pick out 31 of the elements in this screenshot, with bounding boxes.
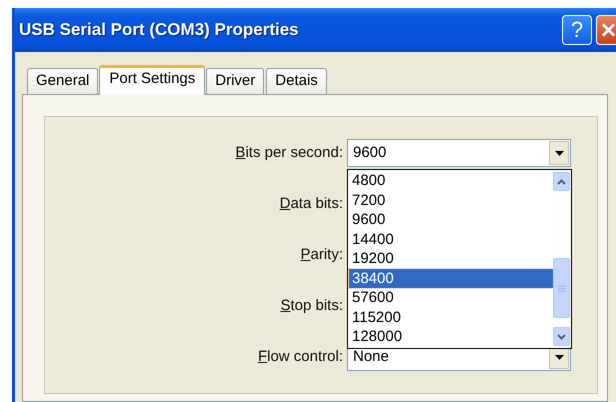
scroll-up-button[interactable] (553, 172, 570, 191)
field-label: Parity: (299, 244, 343, 265)
field-value: 9600 (352, 142, 388, 163)
field-label: Flow control: (256, 346, 343, 367)
tab[interactable]: General (27, 68, 98, 94)
list-option[interactable]: 57600 (349, 288, 553, 308)
chevron-up-icon (557, 178, 566, 184)
field-value: None (352, 346, 390, 367)
list-option[interactable]: 14400 (349, 230, 553, 249)
window-title: USB Serial Port (COM3) Properties (19, 19, 299, 42)
tab[interactable]: Port Settings (99, 65, 206, 95)
tab[interactable]: Detais (266, 68, 327, 94)
field-label: Bits per second: (234, 142, 343, 163)
help-button[interactable]: ? (562, 15, 592, 45)
list-option[interactable]: 19200 (349, 249, 553, 268)
field-label: Stop bits: (279, 296, 343, 316)
list-option[interactable]: 9600 (349, 210, 553, 230)
grip-icon (558, 284, 566, 292)
list-option[interactable]: 115200 (349, 308, 553, 327)
dropdown-field[interactable]: 9600 (347, 139, 571, 167)
tab[interactable]: Driver (206, 68, 264, 94)
scroll-thumb[interactable] (553, 258, 570, 318)
scroll-bar[interactable] (553, 170, 571, 348)
close-icon (601, 22, 616, 38)
chevron-down-icon (557, 334, 566, 340)
list-option[interactable]: 4800 (349, 171, 553, 190)
field-label: Data bits: (278, 194, 343, 214)
list-option[interactable]: 38400 (349, 268, 553, 288)
close-button[interactable] (596, 15, 616, 45)
scroll-down-button[interactable] (553, 327, 570, 346)
list-option[interactable]: 7200 (349, 190, 553, 210)
